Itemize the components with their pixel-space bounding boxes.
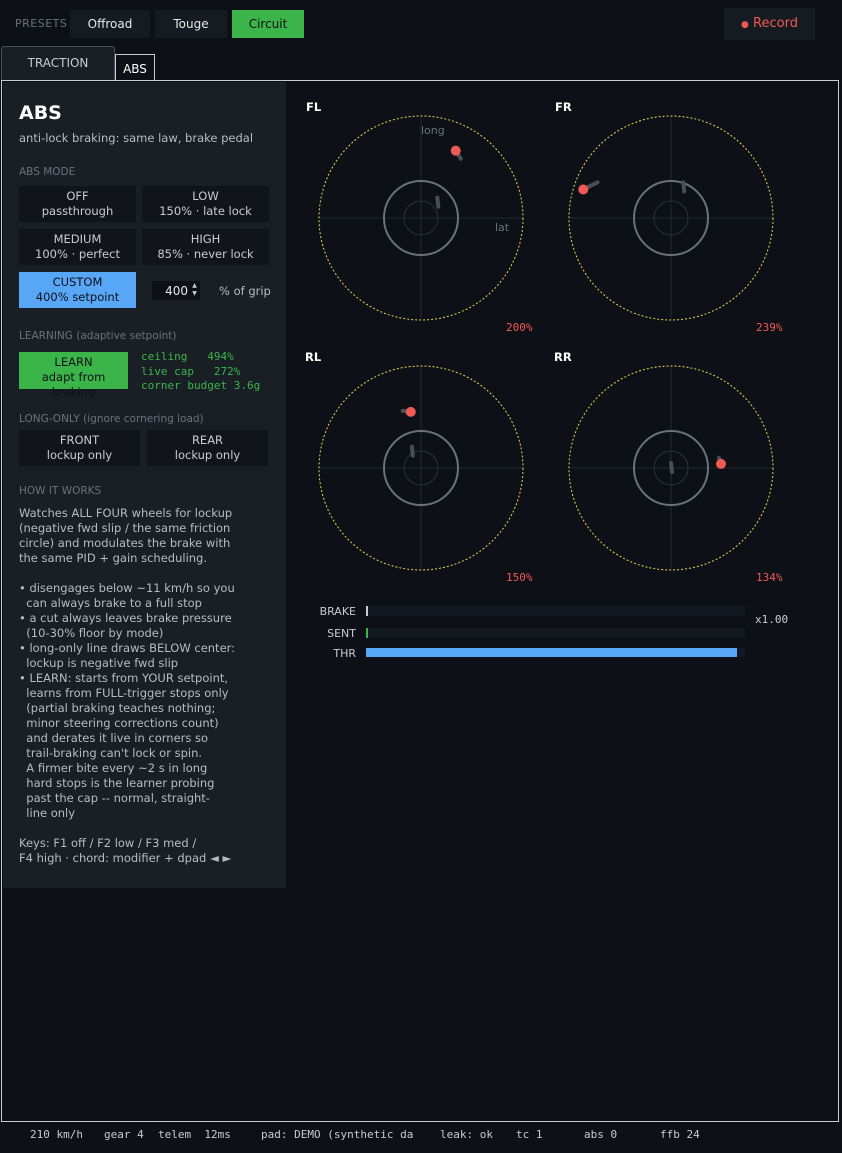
status-pad: pad: DEMO (synthetic da	[261, 1128, 414, 1141]
record-dot-icon: ●	[741, 20, 749, 30]
slip-dot	[715, 458, 726, 469]
wheel-pct-fl: 200%	[506, 321, 533, 334]
mode-off-button[interactable]: OFF passthrough	[19, 186, 136, 222]
how-it-works-label: HOW IT WORKS	[19, 485, 102, 497]
axis-label-lat: lat	[495, 221, 510, 234]
friction-circle-fl	[318, 115, 524, 321]
preset-circuit-button[interactable]: Circuit	[232, 10, 304, 38]
tab-abs[interactable]: ABS	[115, 54, 155, 80]
friction-circle-rl	[318, 365, 524, 571]
long-only-desc: lockup only	[46, 448, 113, 462]
bar-label-thr: THR	[333, 647, 356, 660]
inner-trace	[409, 444, 415, 458]
mode-desc: 400% setpoint	[35, 290, 120, 304]
mode-medium-button[interactable]: MEDIUM 100% · perfect	[19, 229, 136, 265]
friction-circle-rr	[568, 365, 774, 571]
slip-dot	[450, 145, 461, 156]
preset-offroad-button[interactable]: Offroad	[70, 10, 150, 38]
long-only-name: REAR	[191, 433, 224, 447]
status-ffb: ffb 24	[660, 1128, 700, 1141]
how-it-works-text: Watches ALL FOUR wheels for lockup (nega…	[19, 506, 236, 865]
status-abs: abs 0	[584, 1128, 618, 1141]
page-subtitle: anti-lock braking: same law, brake pedal	[19, 131, 254, 145]
long-only-front-button[interactable]: FRONT lockup only	[19, 430, 140, 466]
status-gear: gear 4	[104, 1128, 144, 1141]
status-telem: telem 12ms	[158, 1128, 231, 1141]
friction-circle-fr	[568, 115, 774, 321]
sent-bar	[366, 628, 745, 638]
mode-name: LOW	[192, 189, 219, 203]
record-label: Record	[753, 16, 798, 31]
learn-stats: ceiling 494% live cap 272% corner budget…	[141, 350, 261, 392]
slip-dot	[578, 184, 589, 195]
long-only-rear-button[interactable]: REAR lockup only	[147, 430, 268, 466]
sent-bar-fill	[366, 628, 368, 638]
setpoint-spinner-icon[interactable]: ▲ ▼	[190, 282, 199, 299]
mode-desc: 150% · late lock	[159, 204, 252, 218]
bar-label-sent: SENT	[327, 627, 356, 640]
brake-bar	[366, 606, 745, 616]
long-only-label: LONG-ONLY (ignore cornering load)	[19, 413, 204, 425]
top-bar: PRESETS Offroad Touge Circuit ● Record	[0, 0, 842, 46]
mode-desc: passthrough	[41, 204, 114, 218]
learning-label: LEARNING (adaptive setpoint)	[19, 330, 177, 342]
wheel-pct-rl: 150%	[506, 571, 533, 584]
multiplier-readout: x1.00	[755, 613, 789, 626]
mode-desc: 85% · never lock	[157, 247, 254, 261]
preset-touge-button[interactable]: Touge	[155, 10, 227, 38]
bar-label-brake: BRAKE	[319, 605, 356, 618]
learn-name: LEARN	[54, 355, 93, 369]
inner-trace	[681, 180, 687, 194]
learn-button[interactable]: LEARN adapt from braking	[19, 352, 128, 399]
status-tc: tc 1	[516, 1128, 543, 1141]
status-leak: leak: ok	[440, 1128, 493, 1141]
mode-name: HIGH	[190, 232, 221, 246]
inner-trace	[669, 461, 674, 474]
tab-traction[interactable]: TRACTION	[1, 46, 115, 80]
throttle-bar	[366, 648, 745, 657]
status-speed: 210 km/h	[30, 1128, 83, 1141]
tab-bar: TRACTION ABS	[0, 44, 842, 80]
axis-label-long: long	[421, 124, 445, 137]
wheel-pct-rr: 134%	[756, 571, 783, 584]
long-only-name: FRONT	[59, 433, 100, 447]
mode-low-button[interactable]: LOW 150% · late lock	[142, 186, 269, 222]
presets-label: PRESETS	[15, 17, 68, 30]
mode-custom-button[interactable]: CUSTOM 400% setpoint	[19, 272, 136, 308]
abs-sidebar: ABS anti-lock braking: same law, brake p…	[3, 82, 286, 888]
page-title: ABS	[19, 102, 62, 124]
learn-desc: adapt from braking	[41, 370, 106, 399]
mode-desc: 100% · perfect	[35, 247, 120, 261]
brake-bar-fill	[366, 606, 368, 616]
record-button[interactable]: ● Record	[724, 8, 815, 40]
throttle-bar-fill	[366, 648, 738, 657]
long-only-desc: lockup only	[174, 448, 241, 462]
mode-name: OFF	[66, 189, 89, 203]
slip-dot	[405, 406, 416, 417]
wheel-pct-fr: 239%	[756, 321, 783, 334]
inner-trace	[435, 195, 441, 209]
mode-name: MEDIUM	[53, 232, 102, 246]
setpoint-unit-label: % of grip	[219, 284, 271, 298]
mode-name: CUSTOM	[52, 275, 103, 289]
abs-mode-label: ABS MODE	[19, 166, 76, 178]
mode-high-button[interactable]: HIGH 85% · never lock	[142, 229, 269, 265]
